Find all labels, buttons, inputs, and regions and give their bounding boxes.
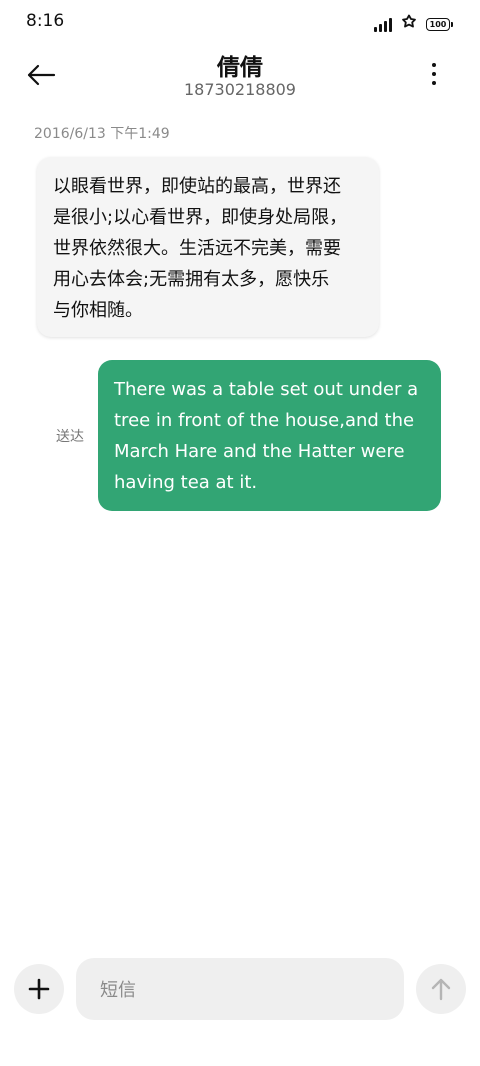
battery-icon: 100 xyxy=(426,17,453,31)
more-options-button[interactable] xyxy=(422,58,446,90)
status-bar: 8:16 100 xyxy=(0,0,480,46)
status-time: 8:16 xyxy=(26,11,65,31)
message-line: 是很小;以心看世界，即使身处局限， xyxy=(53,207,348,228)
message-line: 以眼看世界，即使站的最高，世界还 xyxy=(53,176,341,197)
message-composer: 短信 xyxy=(0,950,480,1030)
message-line: 用心去体会;无需拥有太多，愿快乐 xyxy=(53,269,330,290)
send-arrow-up-icon xyxy=(431,978,451,1001)
more-vertical-icon xyxy=(432,63,436,67)
message-timestamp: 2016/6/13 下午1:49 xyxy=(34,126,170,142)
contact-name: 倩倩 xyxy=(217,55,263,81)
incoming-message-bubble[interactable]: 以眼看世界，即使站的最高，世界还 是很小;以心看世界，即使身处局限， 世界依然很… xyxy=(37,157,379,337)
signal-icon xyxy=(374,16,392,32)
message-line: March Hare and the Hatter were xyxy=(114,441,405,462)
plus-icon xyxy=(28,978,50,1000)
contact-number: 18730218809 xyxy=(184,80,296,99)
send-button[interactable] xyxy=(416,964,466,1014)
outgoing-message-bubble[interactable]: There was a table set out under a tree i… xyxy=(98,360,441,511)
message-line: 世界依然很大。生活远不完美，需要 xyxy=(53,238,341,259)
message-line: There was a table set out under a xyxy=(114,379,419,400)
flower-icon xyxy=(400,13,418,35)
status-icons: 100 xyxy=(374,13,453,35)
sms-input[interactable]: 短信 xyxy=(76,958,404,1020)
message-line: tree in front of the house,and the xyxy=(114,410,415,431)
message-line: having tea at it. xyxy=(114,472,258,493)
message-line: 与你相随。 xyxy=(53,300,143,321)
add-attachment-button[interactable] xyxy=(14,964,64,1014)
delivery-status: 送达 xyxy=(56,429,84,445)
conversation-header: 倩倩 18730218809 xyxy=(0,46,480,106)
